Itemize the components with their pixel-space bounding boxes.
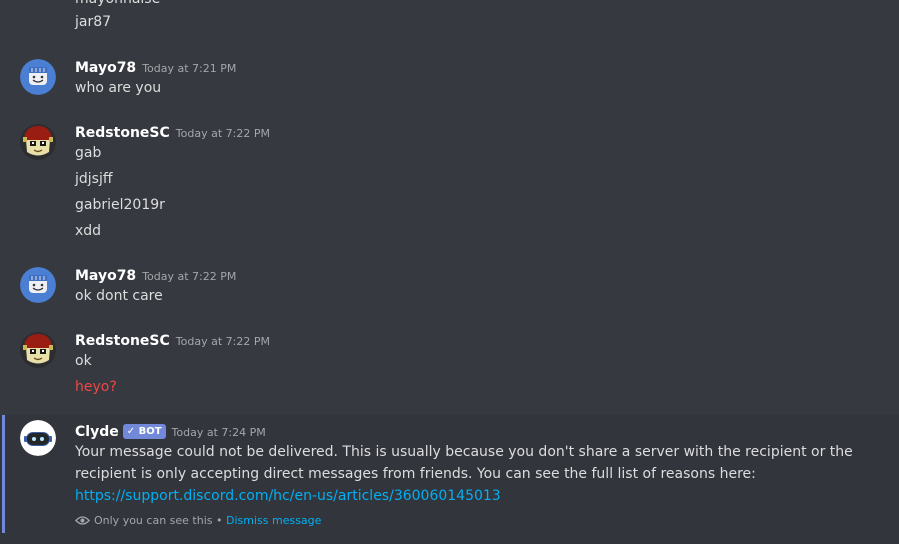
- eye-icon: [75, 515, 90, 529]
- username[interactable]: RedstoneSC: [75, 333, 170, 349]
- ephemeral-highlight-bar: [2, 415, 5, 533]
- message-body: Your message could not be delivered. Thi…: [75, 444, 853, 482]
- clyde-avatar[interactable]: [20, 420, 56, 456]
- message-header: Mayo78 Today at 7:22 PM: [75, 265, 236, 284]
- username[interactable]: Mayo78: [75, 268, 136, 284]
- redstone-avatar[interactable]: [20, 332, 56, 368]
- chat-messages: mayonnaise jar87 Mayo78Today at 7:21 PM …: [0, 0, 899, 544]
- support-link[interactable]: https://support.discord.com/hc/en-us/art…: [75, 488, 501, 504]
- message-line: mayonnaise: [75, 0, 160, 9]
- clyde-message-text: Your message could not be delivered. Thi…: [75, 441, 885, 507]
- message-line: who are you: [75, 80, 162, 96]
- mayo-avatar[interactable]: [20, 59, 56, 95]
- username[interactable]: Mayo78: [75, 60, 136, 76]
- separator: •: [216, 514, 223, 527]
- mayo-avatar[interactable]: [20, 267, 56, 303]
- timestamp: Today at 7:24 PM: [171, 426, 266, 439]
- message-line: jdjsjff: [75, 171, 113, 187]
- message-header: RedstoneSC Today at 7:22 PM: [75, 122, 270, 141]
- bot-tag: ✓ BOT: [122, 424, 166, 439]
- dismiss-message-link[interactable]: Dismiss message: [226, 514, 321, 527]
- ephemeral-note: Only you can see this • Dismiss message: [75, 514, 321, 529]
- failed-message-line[interactable]: heyo?: [75, 377, 117, 397]
- timestamp: Today at 7:22 PM: [142, 270, 237, 283]
- username[interactable]: RedstoneSC: [75, 125, 170, 141]
- message-line: xdd: [75, 223, 102, 239]
- message-line: jar87: [75, 14, 112, 30]
- message-header: RedstoneSC Today at 7:22 PM: [75, 330, 270, 349]
- username[interactable]: Clyde: [75, 424, 119, 440]
- redstone-avatar[interactable]: [20, 124, 56, 160]
- message-line: ok dont care: [75, 288, 163, 304]
- timestamp: Today at 7:21 PM: [142, 62, 237, 75]
- message-line: ok: [75, 353, 92, 369]
- message-line: gabriel2019r: [75, 197, 165, 213]
- timestamp: Today at 7:22 PM: [175, 335, 270, 348]
- ephemeral-note-text: Only you can see this: [94, 514, 213, 527]
- message-header: Mayo78 Today at 7:21 PM: [75, 57, 236, 76]
- clyde-message: Clyde ✓ BOT Today at 7:24 PM Your message …: [0, 415, 899, 544]
- message-line: gab: [75, 145, 102, 161]
- message-header: Clyde ✓ BOT Today at 7:24 PM: [75, 421, 266, 440]
- timestamp: Today at 7:22 PM: [175, 127, 270, 140]
